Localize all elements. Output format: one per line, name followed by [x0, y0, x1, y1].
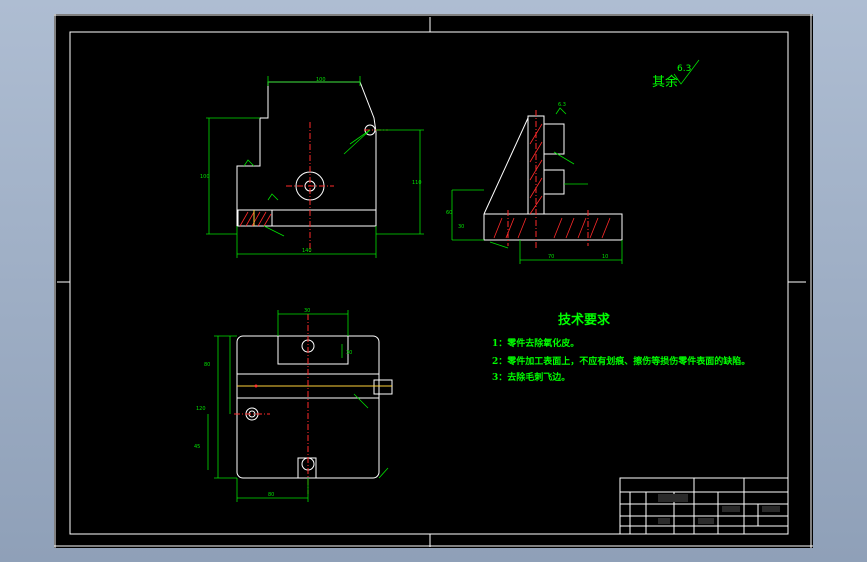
tech-requirements-title: 技术要求	[558, 312, 611, 328]
technical-drawing-canvas: 其余 6.3 100 100 110 140 60 30 70 10 6.3 3…	[54, 14, 813, 548]
dim-side-left-height: 60	[446, 210, 452, 216]
dim-plan-top: 30	[304, 308, 310, 314]
front-section-hatch	[237, 209, 273, 227]
plan-view: 30 120 80 45 80 30	[194, 308, 393, 502]
roughness-label: 其余	[652, 74, 678, 90]
dim-plan-left: 80	[204, 362, 210, 368]
dim-plan-small: 30	[346, 350, 352, 356]
tech-requirement-3: 3：去除毛刺飞边。	[492, 371, 570, 383]
dim-side-tag: 6.3	[558, 102, 566, 108]
dim-front-width-top: 100	[316, 77, 326, 83]
front-view: 100 100 110 140	[200, 76, 424, 258]
side-view: 60 30 70 10 6.3	[446, 102, 623, 264]
tech-requirements: 技术要求 1：零件去除氧化皮。 2：零件加工表面上，不应有划痕、擦伤等损伤零件表…	[492, 312, 750, 383]
roughness-symbol: 其余 6.3	[652, 59, 700, 90]
tech-requirement-2: 2：零件加工表面上，不应有划痕、擦伤等损伤零件表面的缺陷。	[492, 355, 750, 367]
dim-side-bottom-right: 70	[548, 254, 554, 260]
tech-requirement-1: 1：零件去除氧化皮。	[492, 337, 579, 349]
dim-side-right: 10	[602, 254, 608, 260]
sheet-border-outer	[69, 31, 789, 535]
dim-plan-mid-left: 45	[194, 444, 200, 450]
dim-plan-bottom: 80	[268, 492, 274, 498]
side-section-hatch	[493, 123, 611, 239]
border-zone-ticks	[54, 14, 813, 548]
dim-front-width-bottom: 140	[302, 248, 312, 254]
dim-side-bottom-left: 30	[458, 224, 464, 230]
dim-plan-height: 120	[196, 406, 206, 412]
title-block	[619, 477, 789, 535]
dim-front-height-right: 110	[412, 180, 422, 186]
cad-viewport[interactable]: 其余 6.3 100 100 110 140 60 30 70 10 6.3 3…	[54, 14, 813, 548]
dim-front-height: 100	[200, 174, 210, 180]
